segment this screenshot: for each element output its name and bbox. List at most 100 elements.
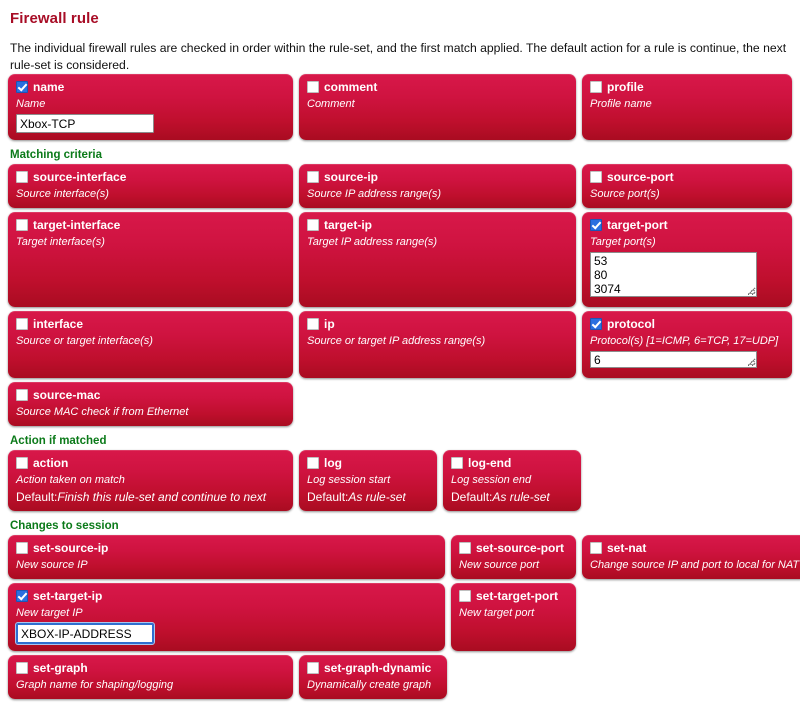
default-label: Default: xyxy=(16,490,58,504)
firewall-rule-page: Firewall rule The individual firewall ru… xyxy=(0,10,800,699)
checkbox-action[interactable] xyxy=(16,457,28,469)
row-set-target: set-target-ip New target IP set-target-p… xyxy=(8,583,792,651)
field-label-interface: interface xyxy=(33,317,84,331)
checkbox-log[interactable] xyxy=(307,457,319,469)
checkbox-set-target-ip[interactable] xyxy=(16,590,28,602)
intro-paragraph: The individual firewall rules are checke… xyxy=(10,41,787,72)
field-desc-comment: Comment xyxy=(307,98,355,110)
checkbox-set-target-port[interactable] xyxy=(459,590,471,602)
checkbox-protocol[interactable] xyxy=(590,318,602,330)
section-heading-action: Action if matched xyxy=(10,435,107,447)
checkbox-log-end[interactable] xyxy=(451,457,463,469)
checkbox-comment[interactable] xyxy=(307,81,319,93)
field-panel-source-port[interactable]: source-port Source port(s) xyxy=(582,164,792,208)
checkbox-source-mac[interactable] xyxy=(16,389,28,401)
field-desc-set-graph: Graph name for shaping/logging xyxy=(16,679,174,691)
checkbox-name[interactable] xyxy=(16,81,28,93)
field-panel-profile[interactable]: profile Profile name xyxy=(582,74,792,140)
checkbox-ip[interactable] xyxy=(307,318,319,330)
field-panel-set-source-ip[interactable]: set-source-ip New source IP xyxy=(8,535,445,579)
field-desc-target-ip: Target IP address range(s) xyxy=(307,236,438,248)
field-panel-comment[interactable]: comment Comment xyxy=(299,74,576,140)
field-label-protocol: protocol xyxy=(607,317,655,331)
checkbox-profile[interactable] xyxy=(590,81,602,93)
field-panel-interface[interactable]: interface Source or target interface(s) xyxy=(8,311,293,378)
field-panel-set-source-port[interactable]: set-source-port New source port xyxy=(451,535,576,579)
field-panel-source-interface[interactable]: source-interface Source interface(s) xyxy=(8,164,293,208)
field-panel-protocol[interactable]: protocol Protocol(s) [1=ICMP, 6=TCP, 17=… xyxy=(582,311,792,378)
checkbox-set-graph-dynamic[interactable] xyxy=(307,662,319,674)
field-panel-source-ip[interactable]: source-ip Source IP address range(s) xyxy=(299,164,576,208)
checkbox-interface[interactable] xyxy=(16,318,28,330)
field-panel-set-nat[interactable]: set-nat Change source IP and port to loc… xyxy=(582,535,800,579)
checkbox-target-interface[interactable] xyxy=(16,219,28,231)
checkbox-set-source-port[interactable] xyxy=(459,542,471,554)
field-label-set-target-port: set-target-port xyxy=(476,589,559,603)
panel-head: target-interface xyxy=(16,218,285,232)
panel-head: set-source-port xyxy=(459,541,568,555)
panel-head: set-nat xyxy=(590,541,799,555)
field-panel-action[interactable]: action Action taken on match Default:Fin… xyxy=(8,450,293,511)
input-name[interactable] xyxy=(16,114,154,133)
field-desc-interface: Source or target interface(s) xyxy=(16,335,153,347)
field-panel-source-mac[interactable]: source-mac Source MAC check if from Ethe… xyxy=(8,382,293,426)
field-label-log-end: log-end xyxy=(468,456,512,470)
panel-head: comment xyxy=(307,80,568,94)
input-set-target-ip[interactable] xyxy=(15,622,155,645)
field-label-action: action xyxy=(33,456,69,470)
section-heading-changes: Changes to session xyxy=(10,520,119,532)
field-desc-set-nat: Change source IP and port to local for N… xyxy=(590,559,800,571)
checkbox-target-port[interactable] xyxy=(590,219,602,231)
field-label-source-interface: source-interface xyxy=(33,170,127,184)
field-panel-name[interactable]: name Name xyxy=(8,74,293,140)
field-panel-target-port[interactable]: target-port Target port(s) 53 80 3074 xyxy=(582,212,792,307)
field-panel-ip[interactable]: ip Source or target IP address range(s) xyxy=(299,311,576,378)
field-panel-log[interactable]: log Log session start Default:As rule-se… xyxy=(299,450,437,511)
field-panel-set-graph-dynamic[interactable]: set-graph-dynamic Dynamically create gra… xyxy=(299,655,447,699)
field-default-action: Default:Finish this rule-set and continu… xyxy=(16,490,285,504)
panel-head: target-ip xyxy=(307,218,568,232)
checkbox-target-ip[interactable] xyxy=(307,219,319,231)
field-panel-log-end[interactable]: log-end Log session end Default:As rule-… xyxy=(443,450,581,511)
field-label-source-port: source-port xyxy=(607,170,674,184)
panel-head: set-source-ip xyxy=(16,541,437,555)
field-desc-set-source-ip: New source IP xyxy=(16,559,88,571)
panel-head: target-port xyxy=(590,218,784,232)
field-desc-protocol: Protocol(s) [1=ICMP, 6=TCP, 17=UDP] xyxy=(590,335,779,347)
field-label-comment: comment xyxy=(324,80,378,94)
field-label-log: log xyxy=(324,456,342,470)
checkbox-source-interface[interactable] xyxy=(16,171,28,183)
default-value: As rule-set xyxy=(492,490,550,504)
textarea-target-port[interactable]: 53 80 3074 xyxy=(590,252,757,297)
field-label-target-port: target-port xyxy=(607,218,668,232)
field-panel-set-target-port[interactable]: set-target-port New target port xyxy=(451,583,576,651)
field-desc-set-target-ip: New target IP xyxy=(16,607,83,619)
panel-head: set-target-port xyxy=(459,589,568,603)
panel-head: set-graph xyxy=(16,661,285,675)
page-title: Firewall rule xyxy=(10,10,99,27)
default-label: Default: xyxy=(451,490,493,504)
checkbox-source-port[interactable] xyxy=(590,171,602,183)
field-label-set-nat: set-nat xyxy=(607,541,647,555)
field-panel-target-interface[interactable]: target-interface Target interface(s) xyxy=(8,212,293,307)
panel-head: profile xyxy=(590,80,784,94)
field-desc-set-graph-dynamic: Dynamically create graph xyxy=(307,679,432,691)
field-desc-source-mac: Source MAC check if from Ethernet xyxy=(16,406,189,418)
field-desc-name: Name xyxy=(16,98,46,110)
checkbox-set-source-ip[interactable] xyxy=(16,542,28,554)
textarea-wrapper: 53 80 3074 xyxy=(590,249,757,297)
checkbox-source-ip[interactable] xyxy=(307,171,319,183)
textarea-protocol[interactable]: 6 xyxy=(590,351,757,368)
field-label-source-mac: source-mac xyxy=(33,388,101,402)
field-desc-action: Action taken on match xyxy=(16,474,125,486)
field-panel-set-target-ip[interactable]: set-target-ip New target IP xyxy=(8,583,445,651)
row-spacer xyxy=(453,655,792,699)
field-desc-source-ip: Source IP address range(s) xyxy=(307,188,442,200)
checkbox-set-graph[interactable] xyxy=(16,662,28,674)
field-panel-set-graph[interactable]: set-graph Graph name for shaping/logging xyxy=(8,655,293,699)
field-label-target-interface: target-interface xyxy=(33,218,121,232)
field-panel-target-ip[interactable]: target-ip Target IP address range(s) xyxy=(299,212,576,307)
panel-head: set-target-ip xyxy=(16,589,437,603)
checkbox-set-nat[interactable] xyxy=(590,542,602,554)
field-label-set-source-ip: set-source-ip xyxy=(33,541,109,555)
